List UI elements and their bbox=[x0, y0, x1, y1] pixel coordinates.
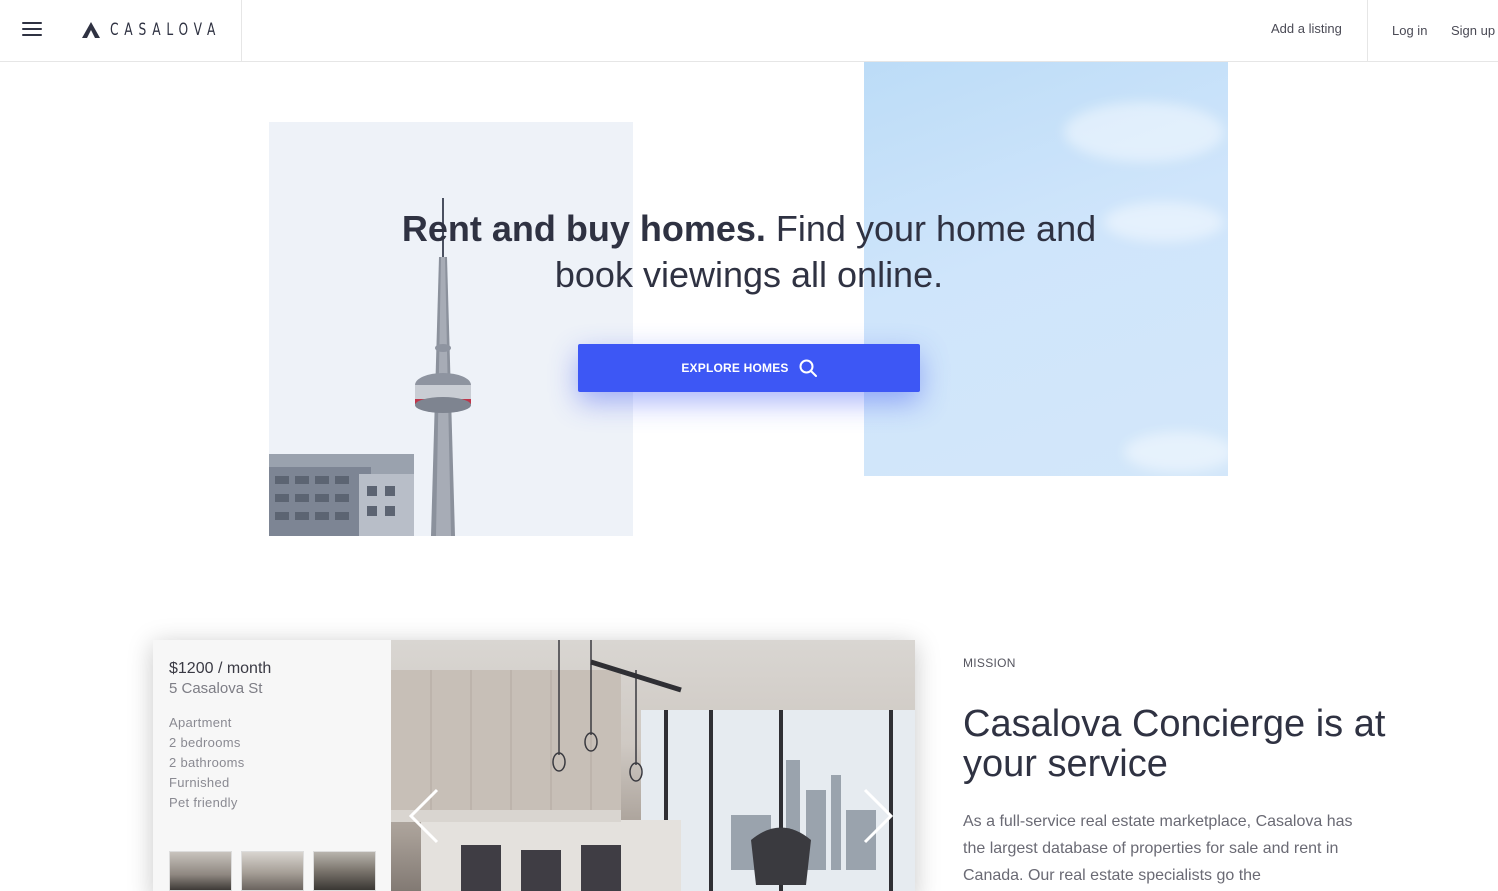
listing-features: Apartment 2 bedrooms 2 bathrooms Furnish… bbox=[169, 713, 375, 813]
header-divider bbox=[1367, 0, 1368, 61]
apartment-interior-illustration bbox=[391, 640, 915, 891]
site-header: CASALOVA Add a listing Log in Sign up bbox=[0, 0, 1498, 62]
listing-address: 5 Casalova St bbox=[169, 680, 263, 697]
mission-text: As a full-service real estate marketplac… bbox=[963, 813, 1353, 884]
signup-link[interactable]: Sign up bbox=[1451, 23, 1495, 38]
add-listing-link[interactable]: Add a listing bbox=[1271, 21, 1342, 36]
site-logo[interactable]: CASALOVA bbox=[82, 19, 264, 41]
explore-homes-label: EXPLORE HOMES bbox=[681, 361, 789, 375]
listing-feature: 2 bathrooms bbox=[169, 755, 245, 770]
header-divider bbox=[241, 0, 242, 61]
hamburger-menu-icon[interactable] bbox=[22, 22, 42, 38]
listing-thumbnail[interactable] bbox=[313, 851, 376, 891]
casalova-logo-icon bbox=[82, 22, 100, 38]
mission-label: MISSION bbox=[963, 656, 1016, 670]
explore-homes-button[interactable]: EXPLORE HOMES bbox=[578, 344, 920, 392]
listing-feature: Pet friendly bbox=[169, 795, 238, 810]
listing-thumbnails bbox=[169, 851, 376, 891]
search-icon bbox=[799, 359, 817, 377]
listing-feature: Apartment bbox=[169, 715, 232, 730]
hero-title: Rent and buy homes. Find your home and b… bbox=[400, 206, 1098, 298]
listing-info: $1200 / month 5 Casalova St Apartment 2 … bbox=[153, 640, 391, 891]
listing-thumbnail[interactable] bbox=[241, 851, 304, 891]
chevron-right-icon[interactable] bbox=[857, 786, 897, 846]
cn-tower-illustration bbox=[269, 198, 471, 536]
listing-card[interactable]: $1200 / month 5 Casalova St Apartment 2 … bbox=[153, 640, 915, 891]
listing-photo bbox=[391, 640, 915, 891]
listing-thumbnail[interactable] bbox=[169, 851, 232, 891]
hero-title-bold: Rent and buy homes. bbox=[401, 208, 766, 249]
logo-text: CASALOVA bbox=[110, 20, 222, 40]
mission-title: Casalova Concierge is at your service bbox=[963, 703, 1386, 785]
listing-price: $1200 / month bbox=[169, 660, 272, 677]
hero-image-cn-tower bbox=[269, 122, 633, 536]
listing-feature: 2 bedrooms bbox=[169, 735, 241, 750]
login-link[interactable]: Log in bbox=[1392, 23, 1427, 38]
chevron-left-icon[interactable] bbox=[405, 786, 445, 846]
listing-feature: Furnished bbox=[169, 775, 230, 790]
